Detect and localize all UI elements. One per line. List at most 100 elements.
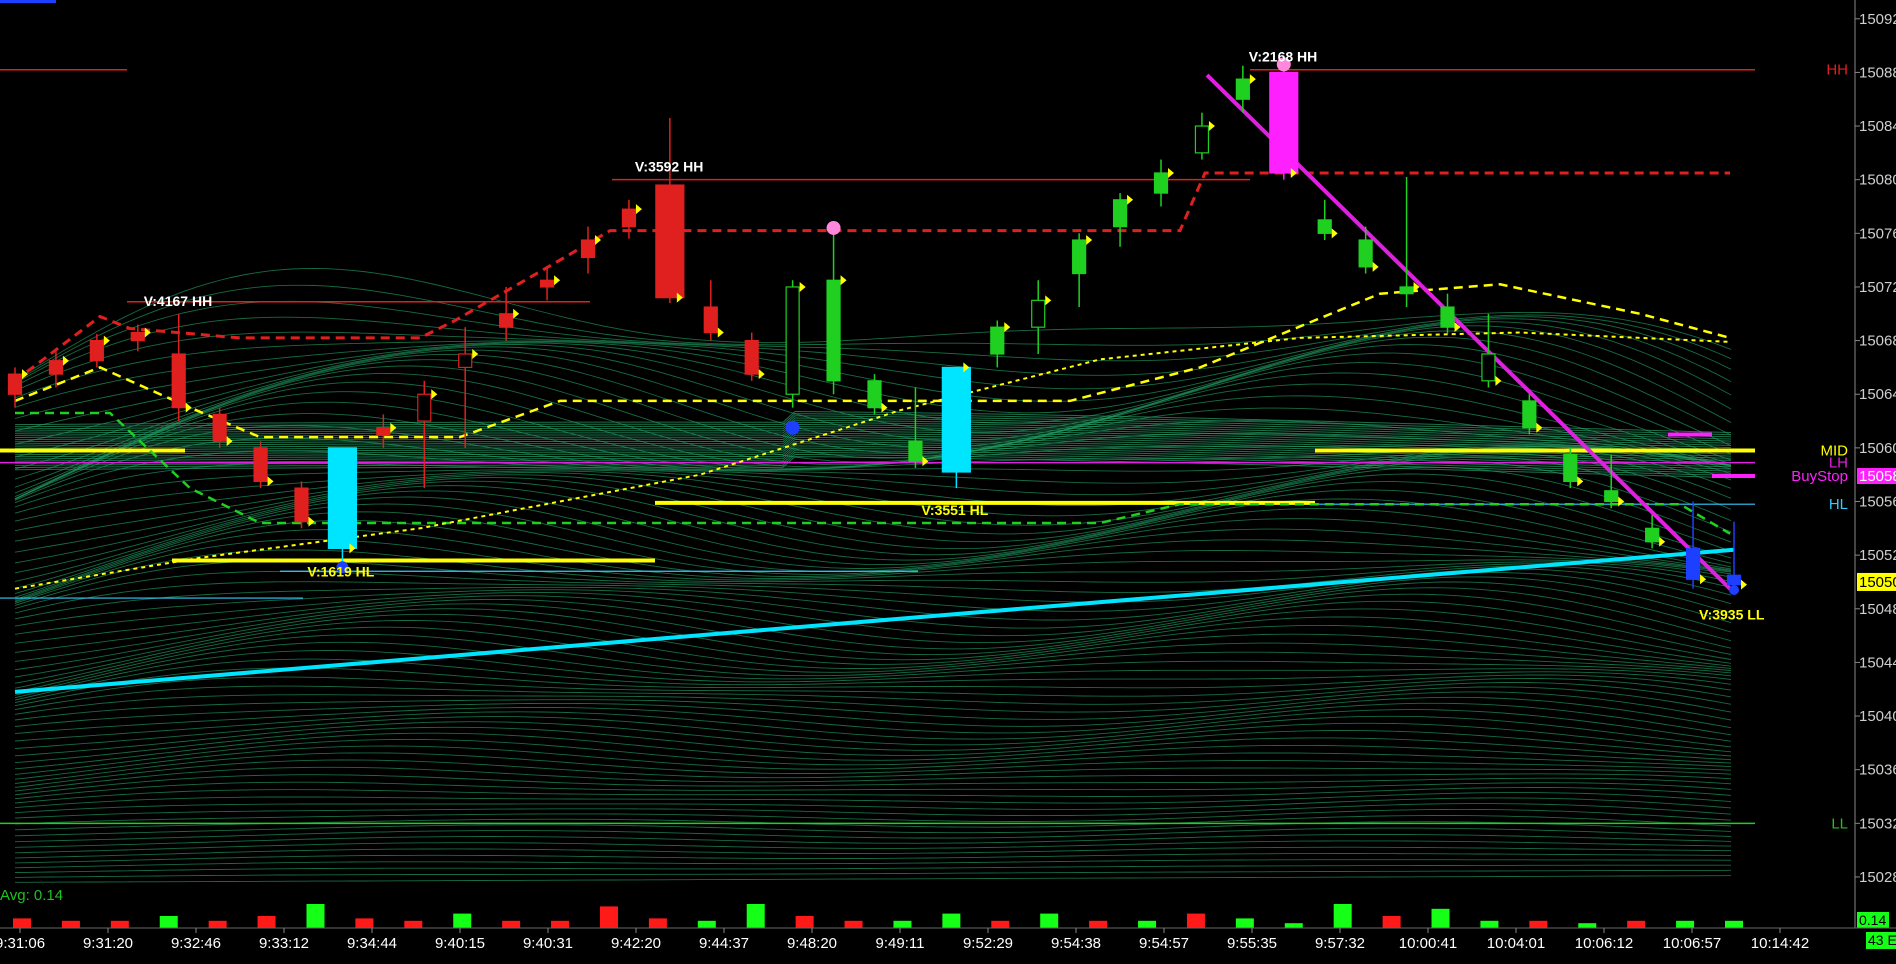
price-tick-label: 15052 <box>1859 547 1896 564</box>
volume-bar <box>648 918 667 928</box>
swing-label: V:2168 HH <box>1249 49 1317 65</box>
volume-bar <box>404 920 423 928</box>
candle-body <box>1194 125 1210 154</box>
volume-bar <box>1333 904 1352 928</box>
time-badge-text: 43 E <box>1868 932 1896 948</box>
time-tick-label: 9:52:29 <box>963 935 1013 952</box>
candle-body <box>294 487 309 523</box>
time-tick-label: 9:40:31 <box>523 935 573 952</box>
volume-badge-text: 0.14 <box>1859 912 1886 928</box>
swing-label: V:3935 LL <box>1699 606 1765 622</box>
volume-bar <box>61 920 80 928</box>
time-tick-label: 9:40:15 <box>435 935 485 952</box>
volume-bar <box>1284 923 1303 928</box>
volume-bar <box>306 904 325 928</box>
candle-body <box>458 353 473 369</box>
volume-bar <box>599 906 618 928</box>
level-badge-text: 15058 <box>1859 468 1896 485</box>
time-tick-label: 10:06:57 <box>1663 935 1721 952</box>
price-tick-label: 15072 <box>1859 279 1896 296</box>
candle-body <box>327 447 358 550</box>
price-tick-label: 15028 <box>1859 869 1896 886</box>
time-tick-label: 9:44:37 <box>699 935 749 952</box>
candle-body <box>48 360 64 375</box>
candle-body <box>1031 299 1046 328</box>
time-tick-label: 10:06:12 <box>1575 935 1633 952</box>
volume-bar <box>257 916 276 928</box>
volume-avg-label: Avg: 0.14 <box>0 887 63 904</box>
volume-bar <box>1431 908 1450 928</box>
volume-bar <box>1480 920 1499 928</box>
candle-body <box>1112 199 1128 228</box>
candle-body <box>1399 286 1414 295</box>
candle-body <box>908 440 923 462</box>
price-tick-label: 15088 <box>1859 64 1896 81</box>
candle-body <box>1604 490 1619 503</box>
candle-body <box>1235 78 1250 100</box>
swing-label: V:3592 HH <box>635 159 703 175</box>
time-tick-label: 9:32:46 <box>171 935 221 952</box>
candle-body <box>1153 172 1169 194</box>
volume-bar <box>1676 920 1695 928</box>
candle-body <box>867 380 882 409</box>
level-label: BuyStop <box>1791 468 1848 485</box>
level-label: HL <box>1829 496 1848 513</box>
volume-bar <box>1235 918 1254 928</box>
volume-bar <box>159 916 178 928</box>
volume-bar <box>1382 916 1401 928</box>
volume-bar <box>110 920 129 928</box>
volume-bar <box>1627 920 1646 928</box>
candle-body <box>1522 400 1537 429</box>
volume-bar <box>1089 920 1108 928</box>
price-tick-label: 15092 <box>1859 11 1896 28</box>
price-tick-label: 15036 <box>1859 762 1896 779</box>
volume-bar <box>502 920 521 928</box>
candle-body <box>130 331 145 342</box>
candle-body <box>1358 239 1373 268</box>
volume-bar <box>1578 923 1597 928</box>
candlestick <box>327 447 358 562</box>
time-tick-label: 9:34:44 <box>347 935 397 952</box>
candle-body <box>1645 527 1660 543</box>
candle-body <box>1440 306 1455 328</box>
candle-body <box>1269 71 1299 174</box>
swing-label: V:3551 HL <box>921 502 988 518</box>
volume-bar <box>551 920 570 928</box>
price-tick-label: 15064 <box>1859 386 1896 403</box>
candle-body <box>539 279 555 288</box>
time-tick-label: 9:33:12 <box>259 935 309 952</box>
time-tick-label: 9:31:06 <box>0 935 45 952</box>
volume-bar <box>1040 913 1059 928</box>
time-tick-label: 9:54:38 <box>1051 935 1101 952</box>
candle-body <box>1317 219 1332 234</box>
candle-body <box>785 286 800 395</box>
candle-body <box>1685 547 1701 580</box>
candle-body <box>171 353 186 409</box>
price-tick-label: 15080 <box>1859 172 1896 189</box>
price-chart[interactable]: V:4167 HH V:1619 HL V:3592 HH V:3551 HL V:21… <box>0 0 1896 959</box>
candle-body <box>580 239 596 259</box>
time-tick-label: 9:48:20 <box>787 935 837 952</box>
time-tick-label: 10:00:41 <box>1399 935 1457 952</box>
price-tick-label: 15044 <box>1859 654 1896 671</box>
candle-body <box>499 313 514 328</box>
candle-body <box>1481 353 1496 382</box>
price-tick-label: 15032 <box>1859 815 1896 832</box>
time-tick-label: 9:49:11 <box>876 935 925 952</box>
candle-body <box>744 339 759 375</box>
swing-dot <box>785 420 800 435</box>
volume-bar <box>1138 920 1157 928</box>
volume-bar <box>1725 920 1743 928</box>
price-tick-label: 15048 <box>1859 601 1896 618</box>
volume-bar <box>697 920 716 928</box>
time-tick-label: 9:55:35 <box>1227 935 1277 952</box>
price-tick-label: 15060 <box>1859 440 1896 457</box>
time-tick-label: 9:54:57 <box>1139 935 1189 952</box>
volume-bar <box>453 913 472 928</box>
candlestick <box>1269 61 1299 180</box>
top-left-tab <box>0 0 56 3</box>
swing-label: V:4167 HH <box>144 293 212 309</box>
time-tick-label: 9:57:32 <box>1315 935 1365 952</box>
candle-body <box>7 373 23 395</box>
candle-body <box>826 279 841 382</box>
